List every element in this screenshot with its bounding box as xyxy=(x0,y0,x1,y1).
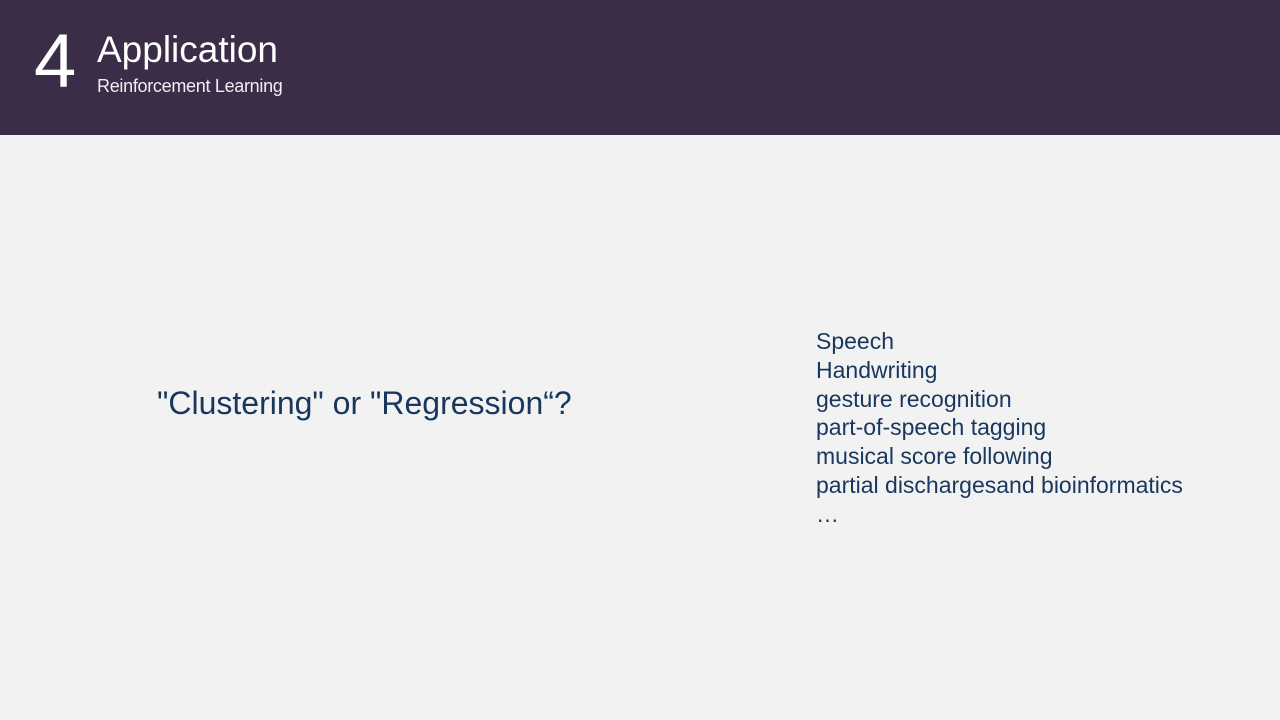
slide-subtitle: Reinforcement Learning xyxy=(97,76,283,96)
list-item: Handwriting xyxy=(816,356,938,383)
question-text: "Clustering" or "Regression“? xyxy=(157,385,572,421)
list-item: partial dischargesand bioinformatics xyxy=(816,471,1183,498)
list-item: Speech xyxy=(816,328,895,354)
applications-list: Speech Handwriting gesture recognition p… xyxy=(816,327,1183,529)
list-item: part-of-speech tagging xyxy=(816,414,1047,441)
list-item: musical score following xyxy=(816,443,1053,470)
slide-title: Application xyxy=(97,29,279,70)
list-item: gesture recognition xyxy=(816,385,1012,412)
list-item: … xyxy=(816,500,839,527)
slide-header: 4 Application Reinforcement Learning xyxy=(0,0,1280,135)
section-number: 4 xyxy=(34,19,77,104)
